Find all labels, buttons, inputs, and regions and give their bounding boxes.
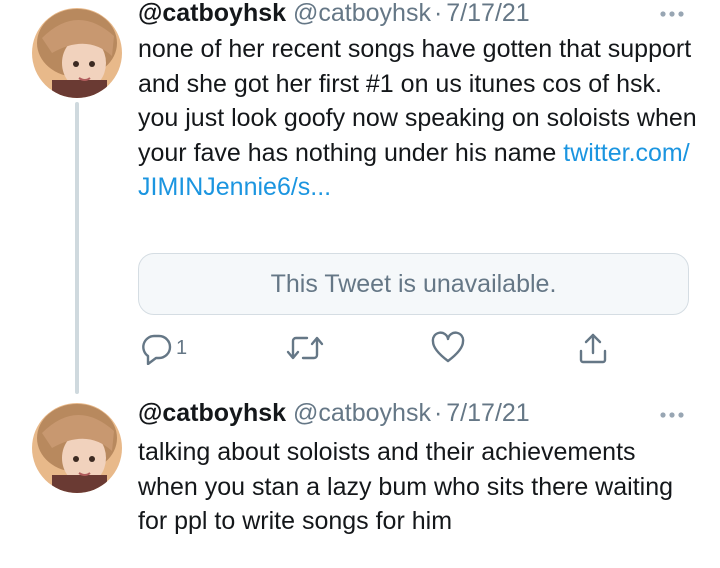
handle[interactable]: @catboyhsk [293, 0, 431, 27]
tweet-header: @catboyhsk @catboyhsk · 7/17/21 [138, 399, 530, 428]
share-button[interactable] [576, 330, 610, 366]
username[interactable]: @catboyhsk [138, 399, 286, 427]
link-part-1[interactable]: twitter.com/ [563, 139, 689, 167]
link-part-2[interactable]: JIMINJennie6/s... [138, 173, 331, 201]
reply-count: 1 [176, 336, 188, 359]
more-icon[interactable] [653, 405, 693, 425]
tweet-1[interactable]: @catboyhsk @catboyhsk · 7/17/21 none of he… [0, 0, 720, 394]
reply-button[interactable]: 1 [140, 330, 187, 366]
timestamp[interactable]: 7/17/21 [446, 0, 529, 27]
timestamp[interactable]: 7/17/21 [446, 399, 529, 427]
tweet-body: talking about soloists and their achieve… [138, 438, 673, 535]
tweet-2[interactable]: @catboyhsk @catboyhsk · 7/17/21 talking ab… [0, 395, 720, 568]
tweet-header: @catboyhsk @catboyhsk · 7/17/21 [138, 0, 530, 28]
separator: · [433, 399, 443, 427]
like-button[interactable] [430, 330, 466, 366]
tweet-text: none of her recent songs have gotten tha… [138, 32, 698, 205]
reply-icon [140, 331, 174, 365]
tweet-text: talking about soloists and their achieve… [138, 435, 698, 539]
tweet-actions: 1 [0, 330, 720, 370]
share-icon [576, 331, 610, 365]
separator: · [433, 0, 443, 27]
like-icon [430, 331, 466, 365]
avatar[interactable] [32, 403, 122, 493]
handle[interactable]: @catboyhsk [293, 399, 431, 427]
quoted-tweet-status: This Tweet is unavailable. [270, 269, 557, 298]
username[interactable]: @catboyhsk [138, 0, 286, 27]
more-icon[interactable] [653, 4, 693, 24]
retweet-button[interactable] [285, 330, 325, 366]
retweet-icon [285, 331, 325, 365]
quoted-tweet-card[interactable]: This Tweet is unavailable. [138, 253, 689, 315]
avatar[interactable] [32, 8, 122, 98]
